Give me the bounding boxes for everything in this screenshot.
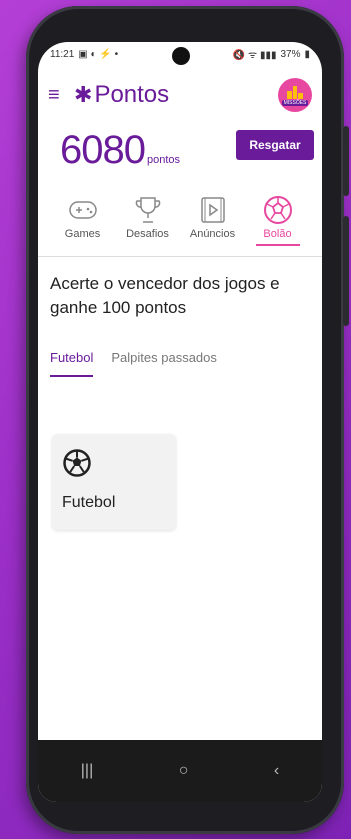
trophy-icon — [134, 192, 162, 228]
divider — [38, 256, 322, 257]
app-name: Pontos — [94, 81, 170, 108]
battery-level: 37% — [280, 48, 301, 60]
points-value: 6080 — [60, 128, 146, 172]
promo-text: Acerte o vencedor dos jogos e ganhe 100 … — [50, 274, 280, 317]
tab-bolao[interactable]: Bolão — [249, 192, 307, 256]
tab-games-label: Games — [64, 228, 101, 240]
front-camera — [172, 47, 190, 65]
volume-button — [343, 126, 349, 196]
points-summary: 6080 pontos Resgatar — [60, 128, 314, 173]
missions-label: MISSÕES — [281, 99, 309, 106]
sport-card-label: Futebol — [62, 494, 116, 511]
tab-anuncios[interactable]: Anúncios — [184, 192, 242, 256]
signal-icon: 🔇 ᯤ ▮▮▮ — [232, 50, 277, 61]
logo-person-icon: ✱ — [74, 82, 93, 107]
status-time: 11:21 — [50, 48, 75, 60]
active-tab-indicator — [255, 244, 300, 246]
subtab-futebol[interactable]: Futebol — [50, 350, 94, 377]
tab-anuncios-label: Anúncios — [189, 228, 236, 240]
app-header: ≡ ✱ Pontos MISSÕES — [48, 78, 312, 112]
sport-card-futebol[interactable]: Futebol — [52, 434, 176, 530]
battery-icon: ▮ — [304, 48, 310, 60]
soccer-ball-icon — [262, 192, 294, 228]
notification-icon: ▣ ◐ ⚡ • — [78, 48, 119, 60]
subtab-palpites-passados[interactable]: Palpites passados — [111, 350, 217, 377]
recent-apps-icon[interactable]: ||| — [81, 762, 93, 780]
category-tabs: Games Desafios Anúncios Bolão — [38, 192, 322, 256]
bolao-subtabs: Futebol Palpites passados — [50, 350, 217, 377]
back-icon[interactable]: ‹ — [274, 762, 279, 780]
gamepad-icon — [68, 192, 98, 228]
home-icon[interactable]: ○ — [179, 762, 189, 780]
video-ad-icon — [199, 192, 227, 228]
app-logo: ✱ Pontos — [74, 81, 169, 109]
missions-button[interactable]: MISSÕES — [278, 78, 312, 112]
points-unit: pontos — [146, 154, 181, 166]
tab-bolao-label: Bolão — [263, 228, 292, 240]
app-screen: 11:21 ▣ ◐ ⚡ • 🔇 ᯤ ▮▮▮ 37% ▮ ≡ ✱ Pontos M… — [38, 42, 322, 802]
power-button — [343, 216, 349, 326]
tab-games[interactable]: Games — [54, 192, 112, 256]
tab-desafios-label: Desafios — [126, 228, 169, 240]
menu-icon[interactable]: ≡ — [48, 84, 74, 107]
tab-desafios[interactable]: Desafios — [119, 192, 177, 256]
system-navigation-bar: ||| ○ ‹ — [38, 740, 322, 802]
redeem-button[interactable]: Resgatar — [236, 130, 314, 160]
podium-icon — [287, 85, 304, 99]
soccer-ball-icon — [62, 448, 92, 483]
